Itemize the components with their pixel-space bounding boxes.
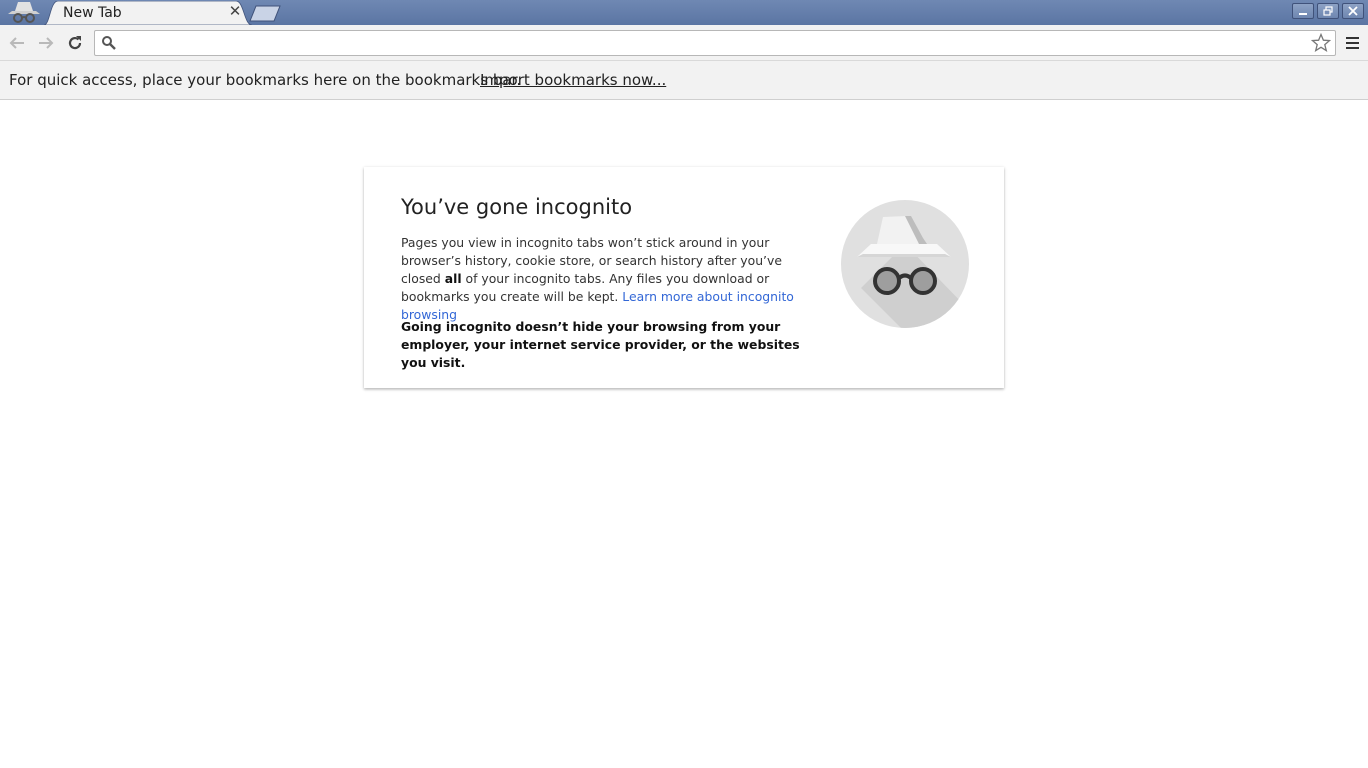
incognito-warning: Going incognito doesn’t hide your browsi… — [401, 319, 800, 370]
back-arrow-icon — [9, 37, 24, 49]
incognito-description: Pages you view in incognito tabs won’t s… — [401, 234, 811, 324]
omnibox[interactable] — [94, 30, 1336, 56]
tab-title: New Tab — [63, 5, 122, 21]
restore-button[interactable] — [1317, 3, 1339, 19]
minimize-icon — [1299, 13, 1307, 15]
incognito-card: You’ve gone incognito Pages you view in … — [364, 167, 1004, 388]
search-icon — [102, 36, 116, 50]
reload-icon — [68, 36, 82, 50]
forward-arrow-icon — [39, 37, 54, 49]
star-icon[interactable] — [1311, 33, 1331, 53]
reload-button[interactable] — [64, 32, 86, 54]
bookmarks-bar: For quick access, place your bookmarks h… — [0, 61, 1368, 100]
description-bold: all — [444, 271, 462, 286]
import-bookmarks-link[interactable]: Import bookmarks now... — [480, 71, 666, 89]
back-button[interactable] — [6, 32, 28, 54]
omnibox-input[interactable] — [121, 33, 1301, 53]
new-tab-button[interactable] — [248, 5, 284, 22]
tab-close-icon[interactable]: ✕ — [227, 3, 243, 21]
close-button[interactable] — [1342, 3, 1364, 19]
incognito-spy-icon — [841, 200, 969, 328]
close-icon — [1348, 6, 1358, 16]
bookmarks-bar-message: For quick access, place your bookmarks h… — [9, 71, 522, 89]
forward-button[interactable] — [35, 32, 57, 54]
incognito-icon — [4, 0, 44, 25]
window-controls — [1292, 3, 1364, 20]
title-bar: New Tab ✕ — [0, 0, 1368, 25]
restore-icon — [1323, 6, 1333, 16]
hamburger-menu-icon[interactable] — [1342, 32, 1362, 54]
toolbar — [0, 25, 1368, 61]
tab-new-tab[interactable]: New Tab ✕ — [44, 1, 252, 25]
incognito-heading: You’ve gone incognito — [401, 195, 633, 219]
minimize-button[interactable] — [1292, 3, 1314, 19]
